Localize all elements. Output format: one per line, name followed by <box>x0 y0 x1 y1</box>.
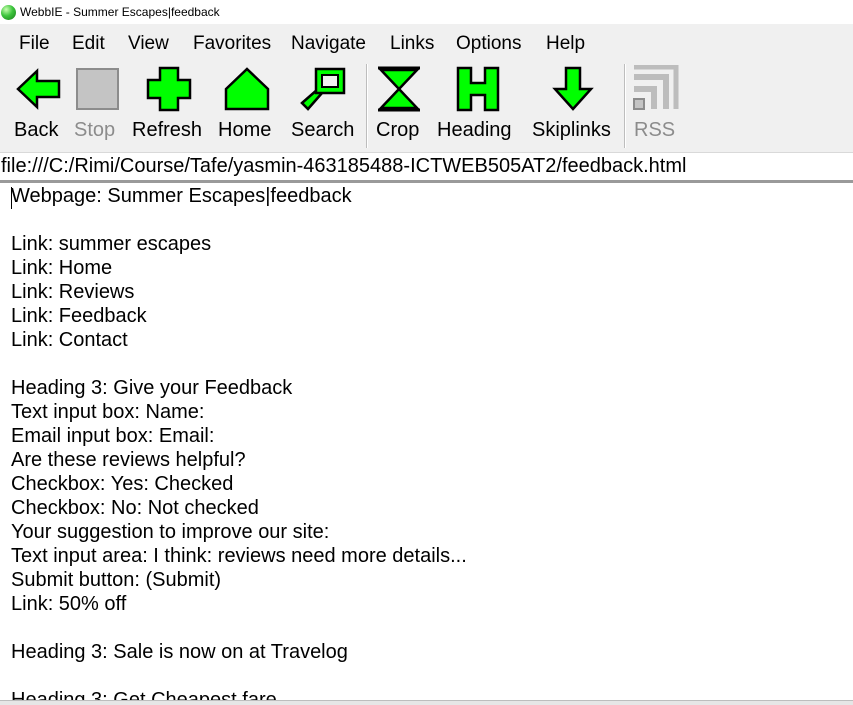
text-line: Webpage: Summer Escapes|feedback <box>11 185 352 207</box>
link-line[interactable]: Link: Feedback <box>11 304 147 328</box>
crop-button[interactable]: Crop <box>376 60 426 152</box>
search-button[interactable]: Search <box>291 60 355 152</box>
form-field-line[interactable]: Text input box: Name: <box>11 400 204 424</box>
link-line[interactable]: Link: Reviews <box>11 280 134 304</box>
webbie-app-icon <box>1 5 16 20</box>
skiplinks-label: Skiplinks <box>532 119 611 141</box>
stop-icon <box>76 68 119 110</box>
text-line: Your suggestion to improve our site: <box>11 521 330 543</box>
refresh-plus-icon <box>146 66 192 112</box>
toolbar: Back Stop Refresh Home Search Crop Headi… <box>0 60 853 152</box>
back-label: Back <box>14 119 59 141</box>
skiplinks-button[interactable]: Skiplinks <box>532 60 614 152</box>
refresh-button[interactable]: Refresh <box>132 60 204 152</box>
refresh-label: Refresh <box>132 119 203 141</box>
address-field[interactable]: file:///C:/Rimi/Course/Tafe/yasmin-46318… <box>1 155 686 178</box>
menu-edit[interactable]: Edit <box>72 33 105 55</box>
form-field-line[interactable]: Email input box: Email: <box>11 424 214 448</box>
link-line[interactable]: Link: 50% off <box>11 592 126 616</box>
window-title: WebbIE - Summer Escapes|feedback <box>20 5 220 19</box>
rss-icon <box>633 65 679 110</box>
link-line[interactable]: Link: Home <box>11 256 112 280</box>
rss-label: RSS <box>634 119 676 141</box>
menu-bar: File Edit View Favorites Navigate Links … <box>0 24 853 60</box>
search-label: Search <box>291 119 355 141</box>
skiplinks-down-arrow-icon <box>552 66 594 111</box>
stop-button: Stop <box>72 60 122 152</box>
menu-navigate[interactable]: Navigate <box>291 33 366 55</box>
stop-label: Stop <box>74 119 116 141</box>
search-magnifier-icon <box>300 67 346 111</box>
menu-links[interactable]: Links <box>390 33 434 55</box>
back-arrow-icon <box>16 68 61 110</box>
submit-button-line[interactable]: Submit button: (Submit) <box>11 568 221 592</box>
window-bottom-edge <box>0 700 853 705</box>
crop-label: Crop <box>376 119 420 141</box>
menu-favorites[interactable]: Favorites <box>193 33 271 55</box>
checkbox-line[interactable]: Checkbox: No: Not checked <box>11 496 259 520</box>
rss-button: RSS <box>632 60 682 152</box>
menu-options[interactable]: Options <box>456 33 521 55</box>
link-line[interactable]: Link: summer escapes <box>11 232 211 256</box>
title-bar: WebbIE - Summer Escapes|feedback <box>0 0 853 24</box>
link-line[interactable]: Link: Contact <box>11 328 128 352</box>
back-button[interactable]: Back <box>12 60 62 152</box>
heading-line: Heading 3: Give your Feedback <box>11 377 293 399</box>
crop-hourglass-icon <box>378 66 420 112</box>
menu-view[interactable]: View <box>128 33 169 55</box>
heading-line: Heading 3: Sale is now on at Travelog <box>11 641 348 663</box>
toolbar-separator <box>366 64 368 148</box>
home-house-icon <box>224 67 270 111</box>
home-label: Home <box>218 119 272 141</box>
menu-help[interactable]: Help <box>546 33 585 55</box>
textarea-line[interactable]: Text input area: I think: reviews need m… <box>11 544 467 568</box>
heading-button[interactable]: Heading <box>437 60 517 152</box>
text-line: Are these reviews helpful? <box>11 449 246 471</box>
home-button[interactable]: Home <box>218 60 278 152</box>
address-bar[interactable]: file:///C:/Rimi/Course/Tafe/yasmin-46318… <box>0 152 853 181</box>
toolbar-separator <box>624 64 626 148</box>
menu-file[interactable]: File <box>19 33 50 55</box>
heading-h-icon <box>456 66 500 112</box>
page-text-view[interactable]: Webpage: Summer Escapes|feedback Link: s… <box>0 183 853 701</box>
heading-label: Heading <box>437 119 512 141</box>
checkbox-line[interactable]: Checkbox: Yes: Checked <box>11 472 233 496</box>
